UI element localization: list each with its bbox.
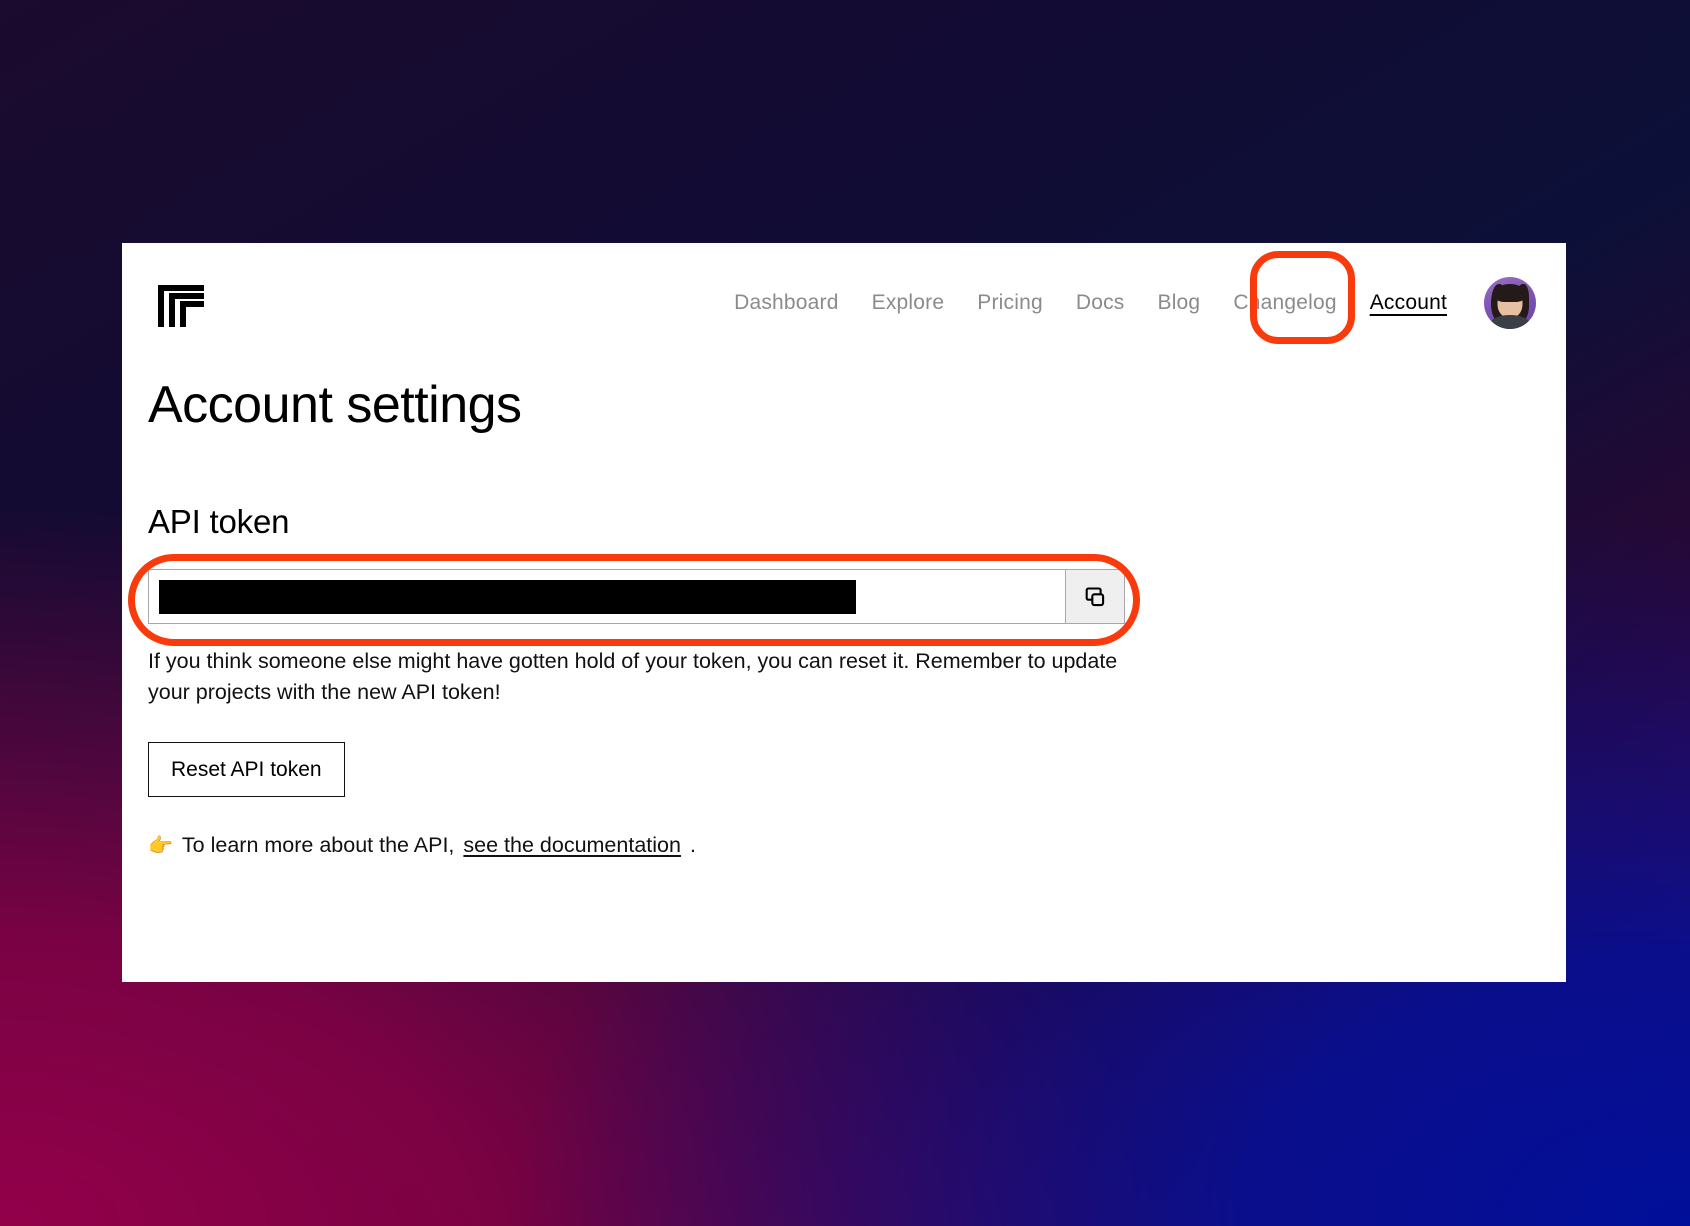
nav-link-docs[interactable]: Docs [1076,291,1125,315]
user-avatar[interactable] [1484,277,1536,329]
main-content: Account settings API token If you think … [122,363,1566,858]
api-token-description: If you think someone else might have got… [148,649,1118,704]
page-title: Account settings [148,376,522,434]
copy-token-button[interactable] [1065,570,1124,623]
api-token-input[interactable] [149,570,1065,623]
reset-api-token-button[interactable]: Reset API token [148,742,345,797]
section-title-api-token: API token [148,503,290,540]
documentation-link[interactable]: see the documentation [463,833,681,858]
nav-links: Dashboard Explore Pricing Docs Blog Chan… [734,277,1566,329]
api-token-field[interactable] [148,569,1125,624]
nav-link-account[interactable]: Account [1370,291,1447,315]
nav-link-blog[interactable]: Blog [1157,291,1200,315]
nav-link-pricing[interactable]: Pricing [977,291,1043,315]
documentation-note-period: . [689,833,696,857]
documentation-note: 👉 To learn more about the API, see the d… [148,833,1566,858]
copy-icon [1085,586,1105,606]
nested-corners-logo[interactable] [158,285,204,327]
screen: Dashboard Explore Pricing Docs Blog Chan… [0,0,1690,1226]
browser-card: Dashboard Explore Pricing Docs Blog Chan… [122,243,1566,982]
nav-link-dashboard[interactable]: Dashboard [734,291,839,315]
top-navigation: Dashboard Explore Pricing Docs Blog Chan… [122,243,1566,363]
documentation-note-text: To learn more about the API, [181,833,455,857]
pointing-right-icon: 👉 [148,835,173,857]
nav-link-changelog[interactable]: Changelog [1233,291,1336,315]
nav-link-explore[interactable]: Explore [872,291,945,315]
api-token-redacted-value [159,579,856,614]
